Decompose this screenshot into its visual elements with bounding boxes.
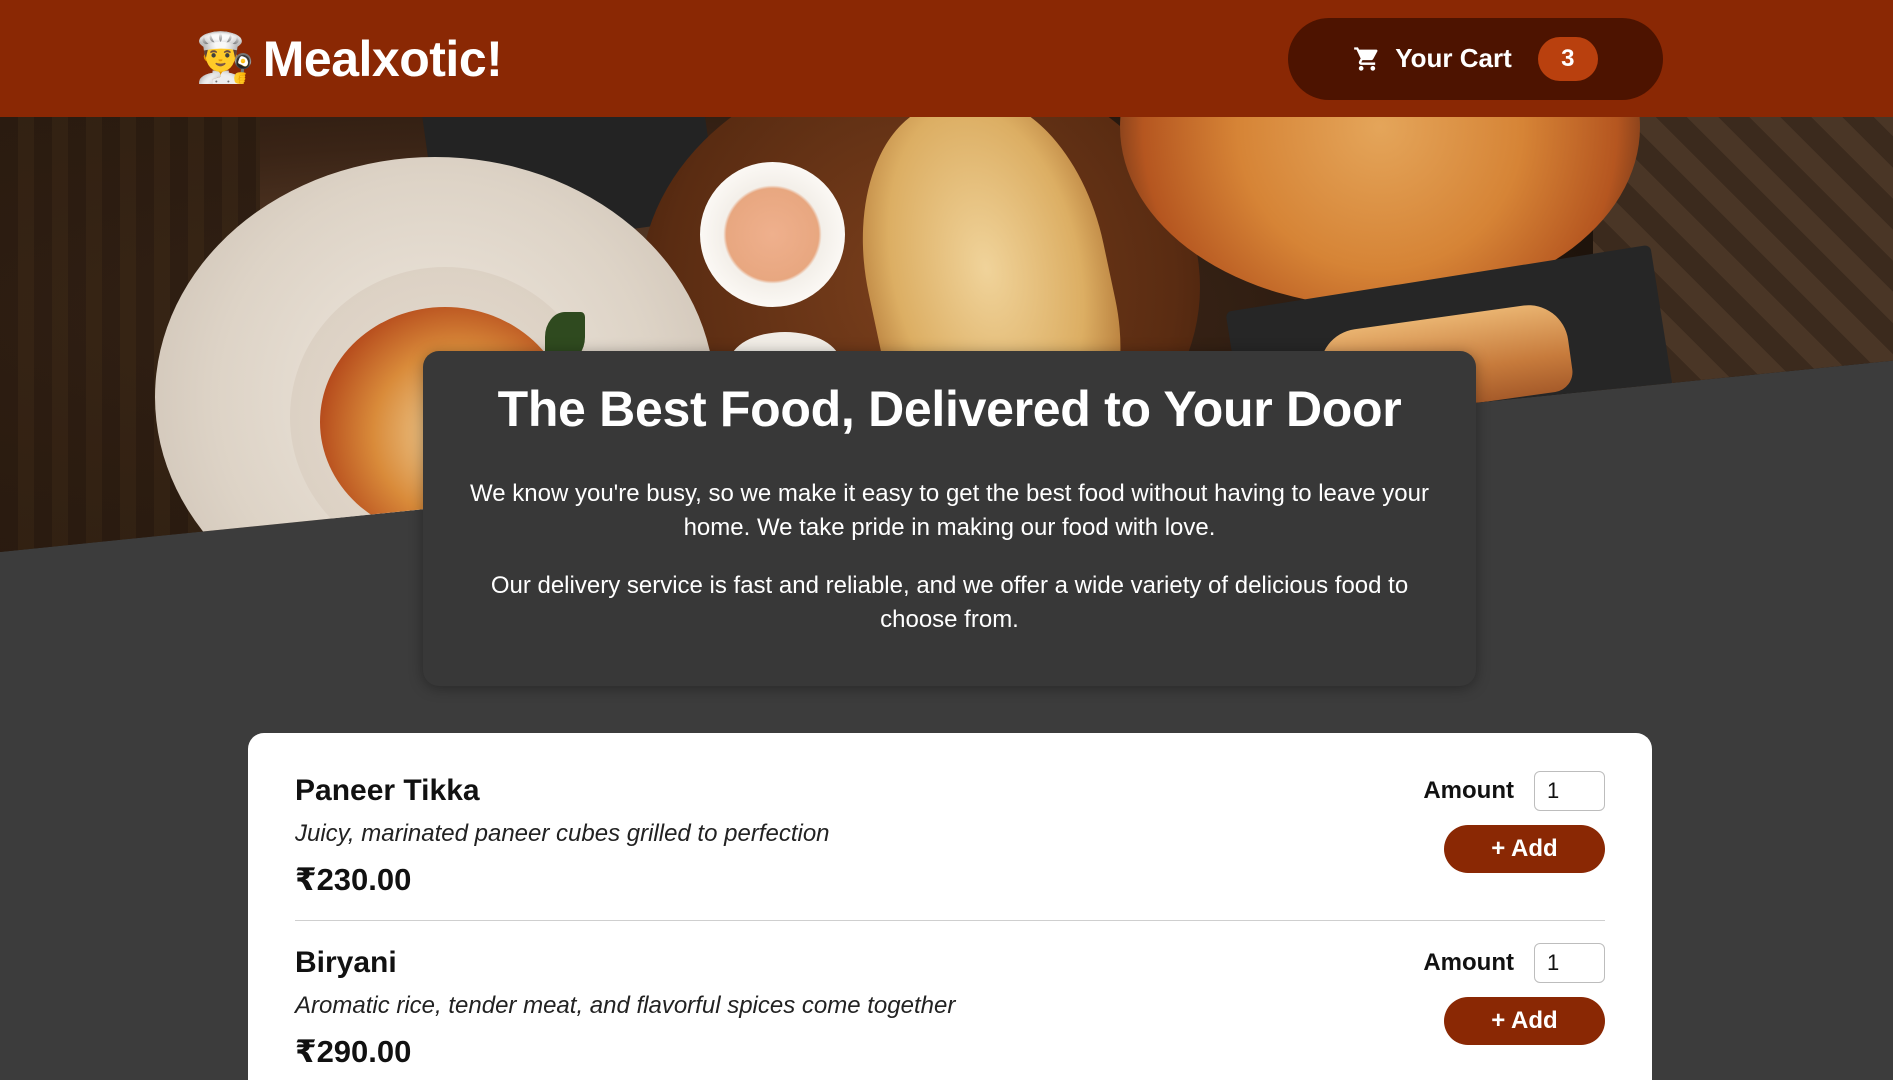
amount-input[interactable] — [1534, 943, 1605, 983]
cart-count-badge: 3 — [1537, 36, 1598, 81]
cart-icon — [1354, 46, 1378, 71]
meal-price: ₹230.00 — [295, 862, 412, 897]
meals-list: Paneer Tikka Juicy, marinated paneer cub… — [248, 733, 1652, 1080]
summary-heading: The Best Food, Delivered to Your Door — [497, 381, 1402, 437]
summary-paragraph-1: We know you're busy, so we make it easy … — [470, 480, 1429, 541]
meal-item-biryani: Biryani Aromatic rice, tender meat, and … — [295, 943, 1605, 1080]
summary-paragraph-2: Our delivery service is fast and reliabl… — [490, 572, 1409, 633]
meal-order-form: Amount + Add — [1423, 943, 1605, 1045]
amount-row: Amount — [1423, 771, 1605, 811]
brand: 👨‍🍳 Mealxotic! — [195, 30, 503, 88]
amount-row: Amount — [1423, 943, 1605, 983]
meal-info: Biryani Aromatic rice, tender meat, and … — [295, 943, 955, 1070]
add-to-cart-button[interactable]: + Add — [1444, 825, 1605, 873]
hero-dip-bowl — [700, 162, 845, 307]
brand-title: Mealxotic! — [262, 30, 503, 87]
meal-description: Juicy, marinated paneer cubes grilled to… — [295, 820, 830, 847]
amount-label: Amount — [1423, 777, 1514, 804]
app-header: 👨‍🍳 Mealxotic! Your Cart 3 — [0, 0, 1893, 117]
meal-order-form: Amount + Add — [1423, 771, 1605, 873]
meal-name: Biryani — [295, 946, 397, 979]
meal-price: ₹290.00 — [295, 1034, 412, 1069]
cart-button[interactable]: Your Cart 3 — [1288, 17, 1663, 100]
chef-icon: 👨‍🍳 — [195, 31, 255, 85]
meal-item-paneer-tikka: Paneer Tikka Juicy, marinated paneer cub… — [295, 771, 1605, 921]
cart-label: Your Cart — [1395, 43, 1512, 73]
amount-label: Amount — [1423, 949, 1514, 976]
meal-name: Paneer Tikka — [295, 774, 480, 807]
amount-input[interactable] — [1534, 771, 1605, 811]
meal-info: Paneer Tikka Juicy, marinated paneer cub… — [295, 771, 830, 898]
summary-card: The Best Food, Delivered to Your Door We… — [423, 351, 1476, 686]
add-to-cart-button[interactable]: + Add — [1444, 997, 1605, 1045]
meal-description: Aromatic rice, tender meat, and flavorfu… — [295, 992, 956, 1019]
